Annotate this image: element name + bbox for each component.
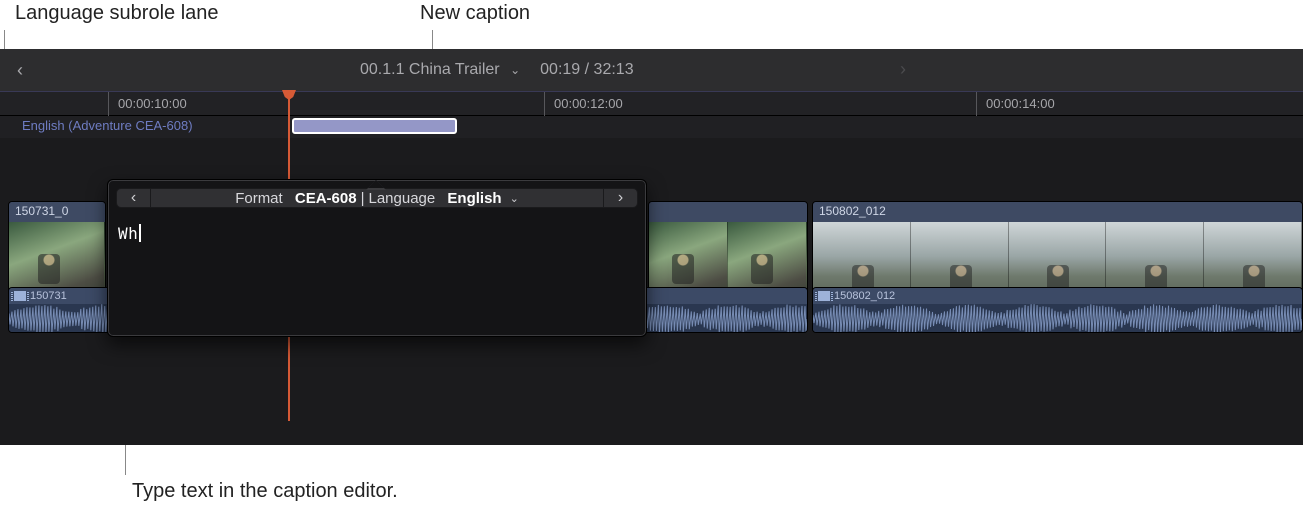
text-cursor [139, 224, 141, 242]
format-value: CEA-608 [295, 190, 357, 207]
titlebar: ‹ › 00.1.1 China Trailer ⌄ 00:19 / 32:13 [0, 49, 1303, 91]
audio-clip-label: 150731 [30, 290, 67, 302]
caption-lane-label: English (Adventure CEA-608) [22, 118, 193, 133]
clip-title: 150802_012 [813, 202, 1302, 222]
caption-format-selector[interactable]: Format CEA-608 | Language English ⌄ [150, 188, 604, 208]
caption-lane[interactable]: English (Adventure CEA-608) [0, 116, 1303, 138]
history-forward-button[interactable]: › [883, 59, 923, 80]
language-value: English [447, 190, 501, 207]
clip-title [649, 202, 807, 222]
ruler-tick: 00:00:14:00 [986, 96, 1055, 111]
caption-clip[interactable] [292, 118, 457, 134]
caption-editor-popover: ‹ Format CEA-608 | Language English ⌄ › … [107, 179, 647, 337]
caption-text-input[interactable]: Wh [118, 224, 141, 243]
language-label: Language [368, 190, 435, 207]
format-separator: | [361, 190, 365, 207]
callout-new-caption: New caption [420, 2, 530, 25]
ruler-tick: 00:00:10:00 [118, 96, 187, 111]
timeline-ruler[interactable]: 00:00:10:00 00:00:12:00 00:00:14:00 [0, 91, 1303, 116]
chevron-down-icon: ⌄ [510, 63, 520, 77]
caption-text-area[interactable]: Wh [108, 216, 646, 336]
history-back-button[interactable]: ‹ [0, 60, 40, 81]
total-duration: 32:13 [594, 61, 634, 78]
timecode-readout: 00:19 / 32:13 [540, 61, 633, 79]
project-title[interactable]: 00.1.1 China Trailer ⌄ [360, 61, 520, 79]
project-title-text: 00.1.1 China Trailer [360, 61, 500, 78]
elapsed-time: 00:19 [540, 61, 580, 78]
callout-lane-label: Language subrole lane [15, 2, 219, 25]
next-caption-button[interactable]: › [604, 188, 638, 208]
filmstrip-icon [818, 291, 830, 301]
caption-typed-text: Wh [118, 224, 138, 243]
timeline-editor: ‹ › 00.1.1 China Trailer ⌄ 00:19 / 32:13… [0, 49, 1303, 445]
audio-waveform [813, 304, 1302, 333]
audio-clip[interactable]: 150802_012 [812, 287, 1303, 333]
chevron-down-icon: ⌄ [510, 192, 519, 205]
prev-caption-button[interactable]: ‹ [116, 188, 150, 208]
format-label: Format [235, 190, 283, 207]
callout-type-text: Type text in the caption editor. [132, 480, 398, 503]
filmstrip-icon [14, 291, 26, 301]
clip-title: 150731_0 [9, 202, 105, 222]
caption-editor-header: ‹ Format CEA-608 | Language English ⌄ › [108, 180, 646, 216]
ruler-tick: 00:00:12:00 [554, 96, 623, 111]
audio-clip-label: 150802_012 [834, 290, 895, 302]
audio-clip-title: 150802_012 [813, 288, 1302, 304]
